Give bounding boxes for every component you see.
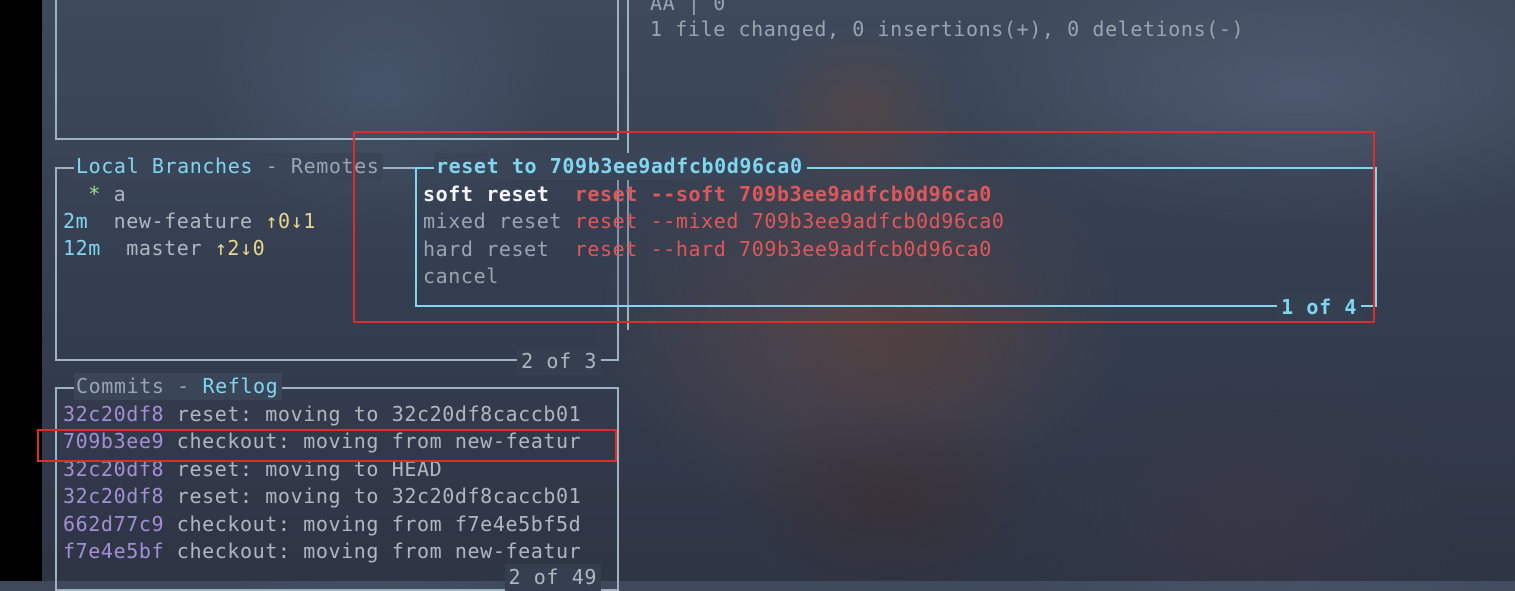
branches-panel-title: Local Branches - Remotes bbox=[74, 153, 384, 180]
tab-reflog[interactable]: Reflog bbox=[202, 374, 278, 398]
commit-hash: 32c20df8 bbox=[63, 402, 165, 426]
reflog-row[interactable]: f7e4e5bf checkout: moving from new-featu… bbox=[63, 538, 581, 565]
branch-row[interactable]: * a bbox=[63, 181, 126, 208]
diff-partial-line: AA | 0 bbox=[650, 0, 726, 15]
reflog-message: checkout: moving from new-featur bbox=[176, 539, 582, 563]
commit-hash: 32c20df8 bbox=[63, 484, 165, 508]
commit-hash: f7e4e5bf bbox=[63, 539, 165, 563]
branch-name: master bbox=[126, 236, 203, 260]
reflog-message: reset: moving to 32c20df8caccb01 bbox=[176, 402, 582, 426]
tab-local-branches[interactable]: Local Branches bbox=[76, 154, 253, 178]
window-left-edge bbox=[0, 0, 42, 581]
branch-row[interactable]: 12m master ↑2↓0 bbox=[63, 235, 265, 262]
reflog-row[interactable]: 662d77c9 checkout: moving from f7e4e5bf5… bbox=[63, 511, 581, 538]
title-separator: - bbox=[164, 374, 203, 398]
files-panel[interactable] bbox=[55, 0, 619, 140]
title-separator: - bbox=[252, 154, 291, 178]
branch-tracking-status: ↑2↓0 bbox=[214, 236, 266, 260]
current-branch-marker: * bbox=[88, 182, 101, 206]
commits-footer: 2 of 49 bbox=[504, 564, 601, 591]
branch-age: 12m bbox=[63, 236, 101, 260]
tab-commits[interactable]: Commits bbox=[76, 374, 165, 398]
commits-panel-title: Commits - Reflog bbox=[74, 373, 283, 400]
diff-summary: 1 file changed, 0 insertions(+), 0 delet… bbox=[650, 17, 1245, 41]
highlight-selected-reflog-row bbox=[37, 429, 617, 462]
commit-hash: 662d77c9 bbox=[63, 512, 165, 536]
reflog-row[interactable]: 32c20df8 reset: moving to 32c20df8caccb0… bbox=[63, 483, 581, 510]
branch-row[interactable]: 2m new-feature ↑0↓1 bbox=[63, 208, 316, 235]
reflog-message: reset: moving to 32c20df8caccb01 bbox=[176, 484, 582, 508]
reflog-message: checkout: moving from f7e4e5bf5d bbox=[176, 512, 582, 536]
branch-name: a bbox=[113, 182, 127, 206]
branch-tracking-status: ↑0↓1 bbox=[265, 209, 316, 233]
highlight-reset-menu bbox=[353, 131, 1375, 323]
branches-footer: 2 of 3 bbox=[517, 348, 601, 375]
branch-name: new-feature bbox=[113, 209, 253, 233]
reflog-row[interactable]: 32c20df8 reset: moving to 32c20df8caccb0… bbox=[63, 401, 581, 428]
branch-age: 2m bbox=[63, 209, 89, 233]
